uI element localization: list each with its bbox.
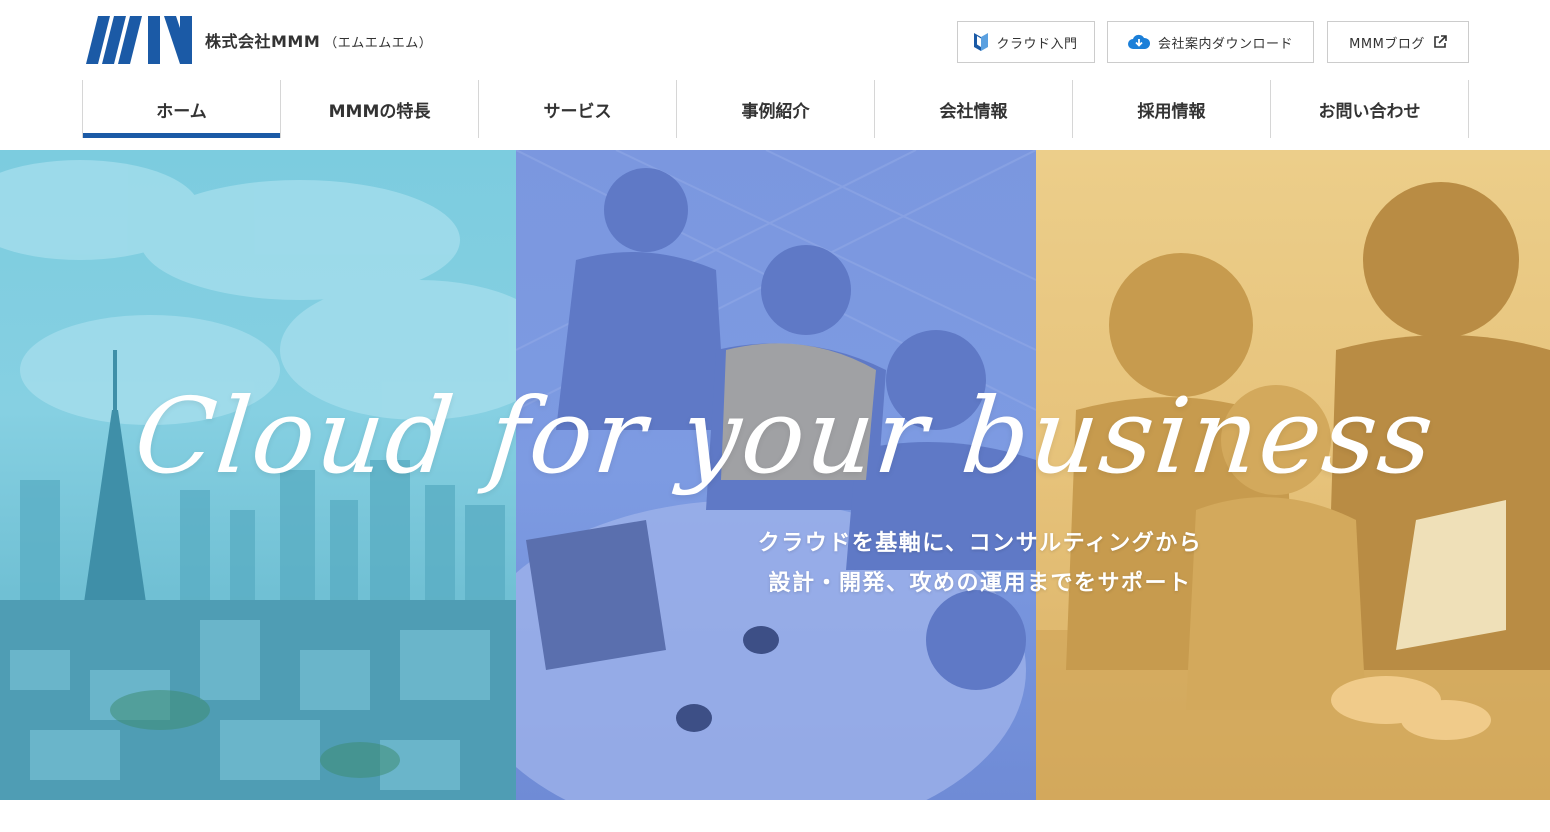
nav-company-info-label: 会社情報: [939, 101, 1008, 122]
hero-title: Cloud for your business: [129, 375, 1441, 497]
cloud-intro-button[interactable]: クラウド入門: [957, 21, 1095, 63]
company-brochure-download-button[interactable]: 会社案内ダウンロード: [1107, 21, 1314, 63]
hero-subtitle-line2: 設計・開発、攻めの運用までをサポート: [768, 571, 1192, 596]
company-logo[interactable]: [86, 16, 192, 64]
external-link-icon: [1433, 35, 1447, 49]
cloud-download-icon: [1128, 34, 1150, 50]
nav-services-label: サービス: [543, 101, 612, 122]
site-header: 株式会社MMM （エムエムエム） クラウド入門 会社案内ダウンロード MMMブログ: [0, 0, 1550, 150]
global-nav: ホーム MMMの特長 サービス 事例紹介 会社情報 採用情報 お問い合わせ: [82, 80, 1469, 138]
nav-case-studies-label: 事例紹介: [741, 101, 810, 122]
nav-company-info[interactable]: 会社情報: [875, 80, 1073, 138]
hero-banner: Cloud for your business クラウドを基軸に、コンサルティン…: [0, 150, 1550, 800]
nav-features[interactable]: MMMの特長: [281, 80, 479, 138]
nav-contact-label: お問い合わせ: [1318, 101, 1421, 122]
mmm-blog-button[interactable]: MMMブログ: [1327, 21, 1469, 63]
hero-subtitle: クラウドを基軸に、コンサルティングから 設計・開発、攻めの運用までをサポート: [700, 524, 1260, 604]
company-name: 株式会社MMM （エムエムエム）: [205, 28, 432, 52]
nav-features-label: MMMの特長: [328, 101, 431, 122]
company-reading: （エムエムエム）: [324, 36, 433, 51]
nav-contact[interactable]: お問い合わせ: [1271, 80, 1469, 138]
download-label: 会社案内ダウンロード: [1157, 36, 1293, 52]
hero-subtitle-line1: クラウドを基軸に、コンサルティングから: [757, 531, 1203, 556]
blog-label: MMMブログ: [1349, 36, 1425, 52]
nav-recruit[interactable]: 採用情報: [1073, 80, 1271, 138]
shield-beginner-icon: [974, 33, 989, 51]
nav-case-studies[interactable]: 事例紹介: [677, 80, 875, 138]
nav-home[interactable]: ホーム: [82, 80, 281, 138]
nav-home-label: ホーム: [156, 101, 207, 122]
nav-services[interactable]: サービス: [479, 80, 677, 138]
nav-recruit-label: 採用情報: [1137, 101, 1206, 122]
cloud-intro-label: クラウド入門: [996, 36, 1078, 52]
company-name-text: 株式会社MMM: [205, 32, 321, 51]
